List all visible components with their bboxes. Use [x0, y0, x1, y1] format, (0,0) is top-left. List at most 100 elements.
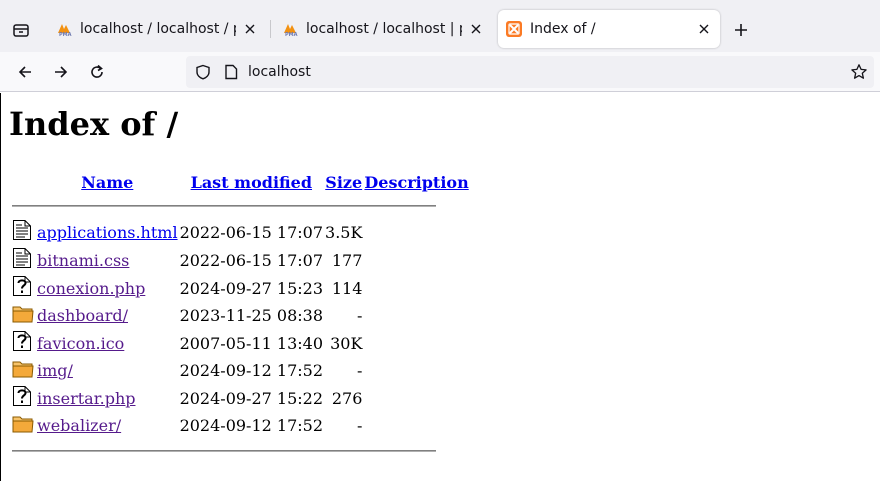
- page-content: Index of / Name Last modified Size Descr…: [0, 93, 880, 481]
- reload-icon: [91, 64, 103, 78]
- plus-icon: [735, 24, 747, 36]
- tab-pma-1[interactable]: PMA localhost / localhost / prueb: [48, 10, 266, 48]
- back-button[interactable]: [10, 57, 40, 87]
- tab-overview-icon: [13, 24, 29, 37]
- close-tab-icon[interactable]: [468, 21, 484, 37]
- unknown-file-icon: [12, 385, 35, 411]
- folder-icon: [12, 358, 35, 383]
- folder-icon: [12, 303, 35, 328]
- size-cell: 3.5K: [325, 222, 363, 242]
- file-link[interactable]: conexion.php: [37, 279, 145, 298]
- size-cell: 276: [331, 388, 363, 408]
- arrow-left-icon: [18, 66, 31, 78]
- text-file-icon: [12, 219, 35, 245]
- shield-icon[interactable]: [194, 63, 212, 81]
- size-cell: 114: [331, 278, 363, 298]
- modified-cell: 2023-11-25 08:38: [179, 306, 324, 325]
- file-name-cell: webalizer/: [37, 413, 178, 438]
- horizontal-rule: [12, 205, 436, 207]
- tab-bar: PMA localhost / localhost / prueb PMA lo…: [0, 0, 880, 52]
- description-cell: [364, 330, 468, 356]
- description-column-header: Description: [364, 171, 468, 193]
- separator-row: [12, 195, 469, 217]
- header-row: Name Last modified Size Description: [12, 171, 468, 193]
- sort-by-size-link[interactable]: Size: [325, 173, 362, 192]
- horizontal-rule: [12, 450, 436, 452]
- file-name-cell: insertar.php: [37, 385, 178, 411]
- modified-cell: 2022-06-15 17:07: [179, 222, 324, 242]
- unknown-file-icon: [12, 330, 35, 356]
- description-cell: [364, 275, 468, 301]
- file-link[interactable]: dashboard/: [37, 306, 128, 325]
- description-cell: [364, 413, 468, 438]
- size-column-header: Size: [325, 171, 362, 193]
- size-cell: 30K: [330, 333, 363, 353]
- text-file-icon: [12, 247, 35, 273]
- table-row: applications.html 2022-06-15 17:07 3.5K: [12, 219, 469, 245]
- url-text: localhost: [248, 64, 311, 80]
- size-cell: 177: [331, 250, 363, 270]
- file-name-cell: applications.html: [37, 219, 178, 245]
- size-cell: -: [357, 361, 363, 380]
- size-cell: -: [357, 416, 363, 435]
- navigation-bar: localhost: [0, 52, 880, 92]
- tab-separator: [270, 20, 271, 38]
- description-cell: [364, 247, 468, 273]
- file-link[interactable]: bitnami.css: [37, 251, 129, 270]
- pma-icon: PMA: [56, 21, 72, 37]
- file-name-cell: dashboard/: [37, 303, 178, 328]
- name-column-header: Name: [37, 171, 178, 193]
- description-cell: [364, 303, 468, 328]
- modified-cell: 2024-09-12 17:52: [179, 416, 324, 435]
- table-row: insertar.php 2024-09-27 15:22 276: [12, 385, 469, 411]
- tab-title: Index of /: [530, 21, 596, 37]
- modified-cell: 2024-09-27 15:23: [179, 278, 324, 298]
- folder-icon: [12, 413, 35, 438]
- file-name-cell: favicon.ico: [37, 330, 178, 356]
- arrow-right-icon: [55, 66, 68, 78]
- sort-by-description-link[interactable]: Description: [364, 173, 468, 192]
- reload-button[interactable]: [82, 57, 112, 87]
- file-link[interactable]: favicon.ico: [37, 334, 124, 353]
- file-link[interactable]: img/: [37, 361, 73, 380]
- close-tab-icon[interactable]: [696, 21, 712, 37]
- icon-column-header: [12, 171, 35, 193]
- new-tab-button[interactable]: [726, 15, 756, 45]
- entries-body: applications.html 2022-06-15 17:07 3.5K bit…: [12, 219, 469, 438]
- pma-icon: PMA: [282, 21, 298, 37]
- file-link[interactable]: webalizer/: [37, 416, 121, 435]
- separator-row: [12, 440, 469, 462]
- table-row: dashboard/2023-11-25 08:38 -: [12, 303, 469, 328]
- table-row: favicon.ico 2007-05-11 13:40 30K: [12, 330, 469, 356]
- description-cell: [364, 385, 468, 411]
- modified-cell: 2024-09-12 17:52: [179, 361, 324, 380]
- table-row: img/2024-09-12 17:52 -: [12, 358, 469, 383]
- page-heading: Index of /: [9, 105, 179, 143]
- directory-listing: Name Last modified Size Description appl…: [10, 169, 471, 464]
- description-cell: [364, 219, 468, 245]
- sort-by-name-link[interactable]: Name: [81, 173, 133, 192]
- address-bar[interactable]: localhost: [186, 56, 874, 88]
- tab-index-of[interactable]: Index of /: [498, 10, 720, 48]
- description-cell: [364, 358, 468, 383]
- tab-overview-button[interactable]: [6, 15, 36, 45]
- tab-pma-2[interactable]: PMA localhost / localhost | phpM: [274, 10, 492, 48]
- file-link[interactable]: applications.html: [37, 223, 178, 242]
- forward-button[interactable]: [46, 57, 76, 87]
- svg-text:PMA: PMA: [285, 32, 298, 37]
- modified-cell: 2022-06-15 17:07: [179, 250, 324, 270]
- tab-title: localhost / localhost / prueb: [80, 21, 236, 37]
- sort-by-modified-link[interactable]: Last modified: [191, 173, 312, 192]
- close-tab-icon[interactable]: [242, 21, 258, 37]
- file-name-cell: bitnami.css: [37, 247, 178, 273]
- file-link[interactable]: insertar.php: [37, 389, 135, 408]
- table-row: conexion.php 2024-09-27 15:23 114: [12, 275, 469, 301]
- page-info-icon[interactable]: [222, 63, 240, 81]
- tab-title: localhost / localhost | phpM: [306, 21, 462, 37]
- svg-text:PMA: PMA: [59, 32, 72, 37]
- modified-column-header: Last modified: [180, 171, 323, 193]
- bookmark-star-icon[interactable]: [850, 63, 868, 81]
- unknown-file-icon: [12, 275, 35, 301]
- table-row: bitnami.css 2022-06-15 17:07 177: [12, 247, 469, 273]
- size-cell: -: [357, 306, 363, 325]
